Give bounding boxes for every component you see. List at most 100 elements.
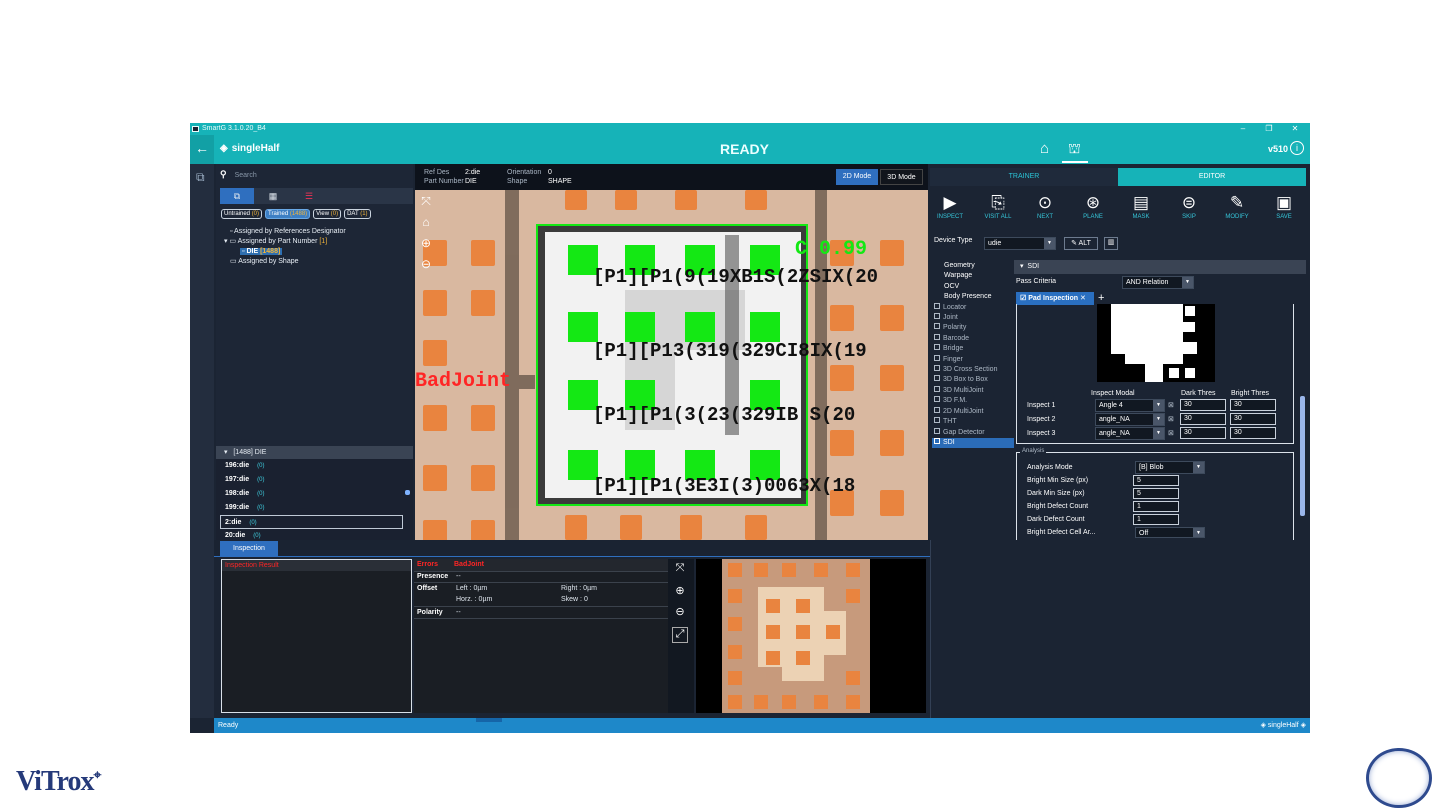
plane-button[interactable]: ⊛ PLANE xyxy=(1073,192,1113,230)
tree-item-part-number[interactable]: ▾ ▭ Assigned by Part Number [1] xyxy=(224,237,346,247)
tree-view-tab-icon[interactable]: ⧉ xyxy=(220,188,254,204)
algo-checkbox-item[interactable]: Polarity xyxy=(932,323,1016,333)
algo-item[interactable]: Geometry xyxy=(932,261,1016,271)
home-view-icon[interactable]: ⌂ xyxy=(418,215,434,233)
die-list-header[interactable]: ▾ [1488] DIE xyxy=(216,446,413,459)
list-item[interactable]: 197:die (0) xyxy=(216,473,413,487)
analysis-mode-select[interactable]: [B] Blob ▼ xyxy=(1135,461,1205,474)
sdi-header[interactable]: ▾ SDI xyxy=(1014,260,1306,274)
tab-inspection[interactable]: Inspection xyxy=(220,541,278,556)
home-icon[interactable]: ⌂ xyxy=(1040,140,1049,157)
bright-thres-input[interactable]: 30 xyxy=(1230,413,1276,425)
link-icon[interactable]: ⊠ xyxy=(1168,415,1174,423)
col-dark-thres: Dark Thres xyxy=(1181,390,1216,397)
dark-thres-input[interactable]: 30 xyxy=(1180,399,1226,411)
machine-icon[interactable]: ⛫ xyxy=(1068,140,1081,159)
save-button[interactable]: ▣ SAVE xyxy=(1264,192,1304,230)
zoom-in-icon[interactable]: ⊕ xyxy=(672,584,688,600)
chart-icon[interactable]: ▥ xyxy=(1104,237,1118,250)
algo-item[interactable]: Body Presence xyxy=(932,292,1016,302)
algo-checkbox-item[interactable]: Gap Detector xyxy=(932,427,1016,438)
tree-item-ref-designator[interactable]: ▫ Assigned by References Designator xyxy=(224,227,346,237)
link-icon[interactable]: ⊠ xyxy=(1168,401,1174,409)
add-tab-icon[interactable]: + xyxy=(1098,292,1104,304)
dark-thres-input[interactable]: 30 xyxy=(1180,413,1226,425)
expand-icon[interactable]: ⤢ xyxy=(672,627,688,643)
inspect-modal-select[interactable]: Angle 4 ▼ xyxy=(1095,399,1165,412)
algo-checkbox-item[interactable]: 3D MultiJoint xyxy=(932,385,1016,396)
filter-view[interactable]: View (0) xyxy=(313,209,342,219)
list-item[interactable]: 198:die (0) xyxy=(216,487,413,501)
mode-3d-button[interactable]: 3D Mode xyxy=(880,169,923,185)
filter-untrained[interactable]: Untrained (0) xyxy=(221,209,263,219)
visit-all-icon: ⎘ xyxy=(991,193,1005,212)
pad-mask-preview xyxy=(1097,304,1215,382)
tab-editor[interactable]: EDITOR xyxy=(1118,168,1306,186)
visit-all-button[interactable]: ⎘ VISIT ALL xyxy=(978,192,1018,230)
algo-checkbox-item[interactable]: Finger xyxy=(932,354,1016,365)
inspect-modal-select[interactable]: angle_NA ▼ xyxy=(1095,413,1165,426)
list-item-selected[interactable]: 2:die (0) xyxy=(220,515,403,529)
inspect-modal-select[interactable]: angle_NA ▼ xyxy=(1095,427,1165,440)
zoom-out-icon[interactable]: ⊖ xyxy=(672,605,688,621)
algo-checkbox-item[interactable]: Barcode xyxy=(932,333,1016,344)
fit-screen-icon[interactable]: ⤧ xyxy=(672,562,688,578)
filter-dat[interactable]: DAT (1) xyxy=(344,209,371,219)
list-item[interactable]: 199:die (0) xyxy=(216,501,413,515)
algo-item[interactable]: OCV xyxy=(932,282,1016,292)
tab-trainer[interactable]: TRAINER xyxy=(930,168,1118,186)
bright-thres-input[interactable]: 30 xyxy=(1230,427,1276,439)
skip-button[interactable]: ⊜ SKIP xyxy=(1169,192,1209,230)
close-button[interactable]: ✕ xyxy=(1282,123,1308,135)
inspect-button[interactable]: ▶ INSPECT xyxy=(930,192,970,230)
tree-item-shape[interactable]: ▭ Assigned by Shape xyxy=(224,257,346,267)
polarity-value: -- xyxy=(456,609,461,616)
fit-screen-icon[interactable]: ⤧ xyxy=(418,194,434,212)
library-view-tab-icon[interactable]: ☰ xyxy=(292,188,326,204)
param-input[interactable]: 5 xyxy=(1133,488,1179,499)
param-input[interactable]: 5 xyxy=(1133,475,1179,486)
filter-trained[interactable]: Trained (1488) xyxy=(265,209,311,219)
tree-structure-icon[interactable]: ⧉ xyxy=(196,170,205,185)
mode-2d-button[interactable]: 2D Mode xyxy=(836,169,878,185)
search-input[interactable]: Search xyxy=(235,172,257,179)
algo-checkbox-item[interactable]: Bridge xyxy=(932,344,1016,354)
param-input[interactable]: 1 xyxy=(1133,501,1179,512)
algo-checkbox-item[interactable]: THT xyxy=(932,417,1016,427)
algo-checkbox-item[interactable]: 3D Box to Box xyxy=(932,375,1016,385)
algo-checkbox-item[interactable]: Locator xyxy=(932,302,1016,313)
param-select[interactable]: Off ▼ xyxy=(1135,527,1205,538)
tree-item-die[interactable]: ▫ DIE [1488] xyxy=(224,247,346,257)
algo-checkbox-item[interactable]: Joint xyxy=(932,313,1016,323)
algo-checkbox-item[interactable]: 3D Cross Section xyxy=(932,365,1016,375)
algo-item[interactable]: Warpage xyxy=(932,271,1016,281)
back-arrow-icon[interactable]: ← xyxy=(190,135,214,164)
zoom-in-icon[interactable]: ⊕ xyxy=(418,236,434,254)
pass-criteria-select[interactable]: AND Relation ▼ xyxy=(1122,276,1194,289)
alt-button[interactable]: ✎ ALT xyxy=(1064,237,1098,250)
info-icon[interactable]: i xyxy=(1290,141,1304,155)
algo-checkbox-item[interactable]: 2D MultiJoint xyxy=(932,406,1016,417)
config-scrollbar[interactable] xyxy=(1300,396,1305,516)
inspection-image[interactable]: C 0.99 BadJoint [P1][P1(9(19XB1S(2ZSIX(2… xyxy=(415,190,928,540)
param-label: Bright Defect Count xyxy=(1027,503,1089,510)
zoom-out-icon[interactable]: ⊖ xyxy=(418,257,434,275)
device-type-select[interactable]: udie ▼ xyxy=(984,237,1056,250)
link-icon[interactable]: ⊠ xyxy=(1168,429,1174,437)
search-box[interactable]: ⚲ Search xyxy=(220,169,257,180)
modify-button[interactable]: ✎ MODIFY xyxy=(1217,192,1257,230)
thumbnail-image[interactable] xyxy=(696,559,926,713)
restore-button[interactable]: ❐ xyxy=(1256,123,1282,135)
dark-thres-input[interactable]: 30 xyxy=(1180,427,1226,439)
list-item[interactable]: 196:die (0) xyxy=(216,459,413,473)
next-button[interactable]: ⊙ NEXT xyxy=(1025,192,1065,230)
bright-thres-input[interactable]: 30 xyxy=(1230,399,1276,411)
algo-checkbox-item[interactable]: 3D F.M. xyxy=(932,396,1016,406)
algo-checkbox-item-selected[interactable]: SDI xyxy=(932,437,1016,449)
mask-button[interactable]: ▤ MASK xyxy=(1121,192,1161,230)
list-scroll-thumb[interactable] xyxy=(405,490,410,495)
board-view-tab-icon[interactable]: ▦ xyxy=(256,188,290,204)
minimize-button[interactable]: – xyxy=(1230,123,1256,135)
param-input[interactable]: 1 xyxy=(1133,514,1179,525)
mask-icon: ▤ xyxy=(1132,193,1150,212)
